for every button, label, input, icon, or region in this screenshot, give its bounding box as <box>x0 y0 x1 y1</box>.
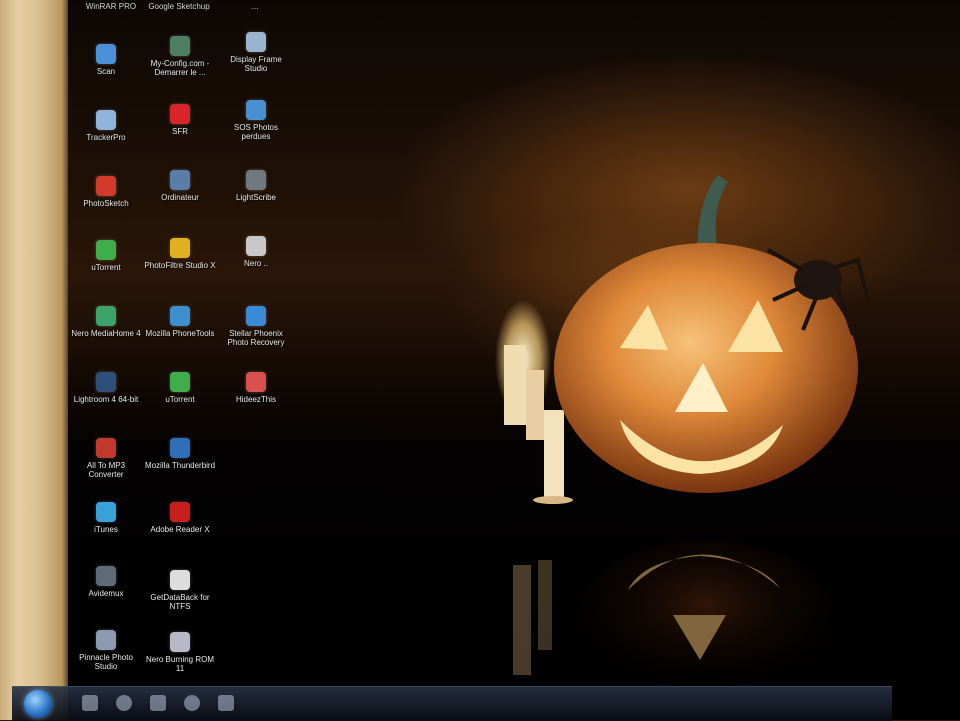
desktop-icon-label: GetDataBack for NTFS <box>150 593 210 611</box>
desktop-icon-label: PhotoFiltre Studio X <box>144 261 216 270</box>
desktop-icon-label: PhotoSketch <box>83 199 129 208</box>
desktop-icon-utorrent-2[interactable]: uTorrent <box>144 372 216 404</box>
media-icon[interactable] <box>116 695 132 711</box>
stellar-icon <box>246 306 266 326</box>
browser-icon[interactable] <box>184 695 200 711</box>
desktop-icon-avidemux[interactable]: Avidemux <box>70 566 142 598</box>
desktop-icon-stellar-phoenix[interactable]: Stellar Phoenix Photo Recovery <box>220 306 292 347</box>
desktop: WinRAR PRO Google Sketchup ... Scan Trac… <box>68 0 960 720</box>
desktop-icon-thunderbird[interactable]: Mozilla Thunderbird <box>144 438 216 470</box>
desktop-icon-label: Scan <box>96 67 116 76</box>
nero-icon <box>96 306 116 326</box>
desktop-icon-nero-disc[interactable]: Nero .. <box>220 236 292 268</box>
converter-icon <box>96 438 116 458</box>
phonetools-icon <box>170 306 190 326</box>
desktop-icon-label: Display Frame Studio <box>230 55 282 73</box>
desktop-icon-label: Pinnacle Photo Studio <box>79 653 133 671</box>
utorrent-icon <box>96 240 116 260</box>
window-icon[interactable] <box>218 695 234 711</box>
desktop-icon-display-frame[interactable]: Display Frame Studio <box>220 32 292 73</box>
desktop-icon-getdataback[interactable]: GetDataBack for NTFS <box>144 570 216 611</box>
desktop-icon-scan[interactable]: Scan <box>70 44 142 76</box>
desktop-icon-itunes[interactable]: iTunes <box>70 502 142 534</box>
desktop-icon-trackerpro[interactable]: TrackerPro <box>70 110 142 142</box>
scanner-icon <box>96 44 116 64</box>
desktop-icon-phonetools[interactable]: Mozilla PhoneTools <box>144 306 216 338</box>
desktop-icon-label: Nero .. <box>243 259 268 268</box>
jack-o-lantern <box>554 175 870 493</box>
desktop-icon-label: Avidemux <box>88 589 124 598</box>
desktop-icon-label: Nero Burning ROM 11 <box>145 655 215 673</box>
desktop-icon-ordinateur[interactable]: Ordinateur <box>144 170 216 202</box>
desktop-icon-lightscribe[interactable]: LightScribe <box>220 170 292 202</box>
explorer-icon[interactable] <box>82 695 98 711</box>
nero-disc-icon <box>246 236 266 256</box>
computer-icon <box>170 170 190 190</box>
desktop-icon-label: HideezThis <box>235 395 276 404</box>
tool-icon <box>96 110 116 130</box>
desktop-icon-label: LightScribe <box>235 193 277 202</box>
folder-icon[interactable] <box>150 695 166 711</box>
thunderbird-icon <box>170 438 190 458</box>
red-app-icon <box>96 176 116 196</box>
sfr-icon <box>170 104 190 124</box>
desktop-icon-grid: Scan TrackerPro PhotoSketch uTorrent Ner… <box>68 0 328 680</box>
start-button[interactable] <box>24 690 52 718</box>
desktop-icon-label: Adobe Reader X <box>150 525 210 534</box>
utorrent-icon <box>170 372 190 392</box>
desktop-icon-lightroom[interactable]: Lightroom 4 64-bit <box>70 372 142 404</box>
desktop-icon-label: SFR <box>172 127 188 136</box>
taskbar <box>12 686 892 721</box>
wallpaper-reflection <box>513 540 836 700</box>
desktop-icon-label: All To MP3 Converter <box>86 461 126 479</box>
photofiltre-icon <box>170 238 190 258</box>
desktop-icon-label: iTunes <box>94 525 118 534</box>
hide-icon <box>246 372 266 392</box>
desktop-icon-adobe-reader[interactable]: Adobe Reader X <box>144 502 216 534</box>
desktop-icon-label: Ordinateur <box>161 193 199 202</box>
desktop-icon-nero-mediahome[interactable]: Nero MediaHome 4 <box>70 306 142 338</box>
desktop-icon-label: Nero MediaHome 4 <box>71 329 141 338</box>
desktop-icon-label: Lightroom 4 64-bit <box>73 395 139 404</box>
desktop-icon-label: Stellar Phoenix Photo Recovery <box>227 329 285 347</box>
desktop-icon-label: TrackerPro <box>86 133 126 142</box>
desktop-icon-hideezthis[interactable]: HideezThis <box>220 372 292 404</box>
desktop-icon-utorrent-1[interactable]: uTorrent <box>70 240 142 272</box>
desktop-icon-photosketch[interactable]: PhotoSketch <box>70 176 142 208</box>
desktop-icon-mp3-converter[interactable]: All To MP3 Converter <box>70 438 142 479</box>
desktop-icon-nero-burning[interactable]: Nero Burning ROM 11 <box>144 632 216 673</box>
desktop-icon-label: Mozilla Thunderbird <box>144 461 216 470</box>
photo-studio-icon <box>96 630 116 650</box>
desktop-icon-photo-studio[interactable]: Pinnacle Photo Studio <box>70 630 142 671</box>
lightroom-icon <box>96 372 116 392</box>
desktop-icon-sfr[interactable]: SFR <box>144 104 216 136</box>
desktop-icon-my-config[interactable]: My-Config.com - Demarrer le ... <box>144 36 216 77</box>
display-icon <box>246 32 266 52</box>
desktop-icon-photofiltre[interactable]: PhotoFiltre Studio X <box>144 238 216 270</box>
desktop-icon-label: Mozilla PhoneTools <box>145 329 215 338</box>
desktop-icon-label: uTorrent <box>165 395 195 404</box>
desktop-icon-label: SOS Photos perdues <box>233 123 279 141</box>
getdataback-icon <box>170 570 190 590</box>
desktop-icon-label: My-Config.com - Demarrer le ... <box>150 59 210 77</box>
adobe-reader-icon <box>170 502 190 522</box>
sos-photos-icon <box>246 100 266 120</box>
config-icon <box>170 36 190 56</box>
nero-burning-icon <box>170 632 190 652</box>
desktop-icon-label: uTorrent <box>91 263 121 272</box>
desktop-icon-sos-photos[interactable]: SOS Photos perdues <box>220 100 292 141</box>
avidemux-icon <box>96 566 116 586</box>
lightscribe-icon <box>246 170 266 190</box>
itunes-icon <box>96 502 116 522</box>
